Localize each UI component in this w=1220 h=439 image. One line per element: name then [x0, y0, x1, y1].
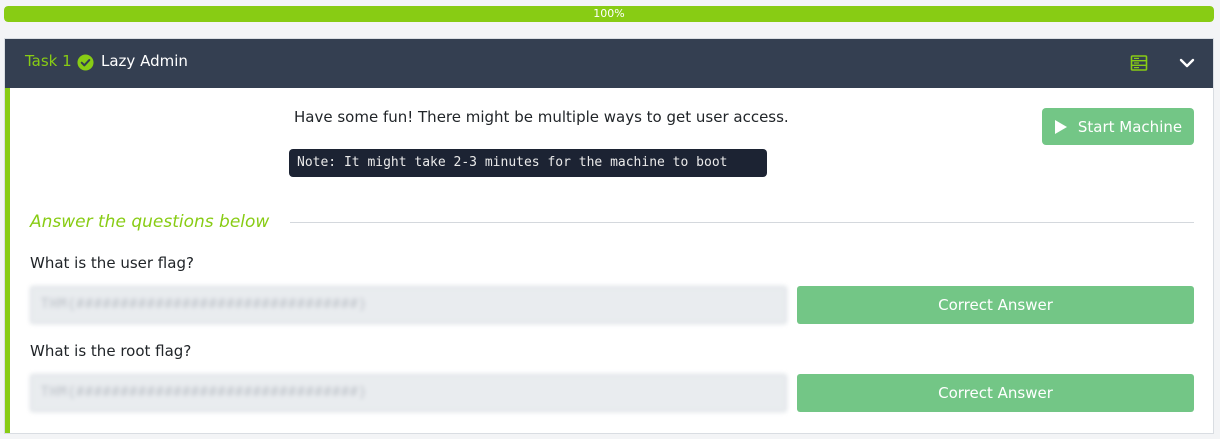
chevron-down-icon[interactable] — [1177, 53, 1197, 73]
task-header[interactable]: Task 1 Lazy Admin — [5, 39, 1213, 88]
answer-heading: Answer the questions below — [30, 212, 270, 232]
server-icon[interactable] — [1129, 53, 1149, 73]
divider — [290, 222, 1194, 223]
task-body: Have some fun! There might be multiple w… — [5, 88, 1213, 433]
correct-answer-button-1[interactable]: Correct Answer — [797, 286, 1194, 324]
start-machine-label: Start Machine — [1077, 117, 1183, 136]
question-2-text: What is the root flag? — [30, 342, 192, 360]
progress-label: 100% — [593, 7, 625, 20]
start-machine-button[interactable]: Start Machine — [1042, 108, 1194, 145]
task-card: Task 1 Lazy Admin Have some fun! There m… — [4, 38, 1214, 434]
question-1-text: What is the user flag? — [30, 254, 194, 272]
answer-input-2[interactable]: THM{################################} — [30, 374, 787, 412]
boot-note: Note: It might take 2-3 minutes for the … — [289, 149, 767, 177]
task-title: Lazy Admin — [101, 52, 188, 70]
answer-input-1[interactable]: THM{################################} — [30, 286, 787, 324]
task-number: Task 1 — [25, 52, 72, 70]
progress-fill: 100% — [4, 6, 1214, 22]
progress-bar: 100% — [4, 6, 1214, 22]
task-description: Have some fun! There might be multiple w… — [294, 108, 789, 126]
play-icon — [1054, 119, 1067, 134]
check-circle-icon — [77, 54, 94, 71]
correct-answer-button-2[interactable]: Correct Answer — [797, 374, 1194, 412]
